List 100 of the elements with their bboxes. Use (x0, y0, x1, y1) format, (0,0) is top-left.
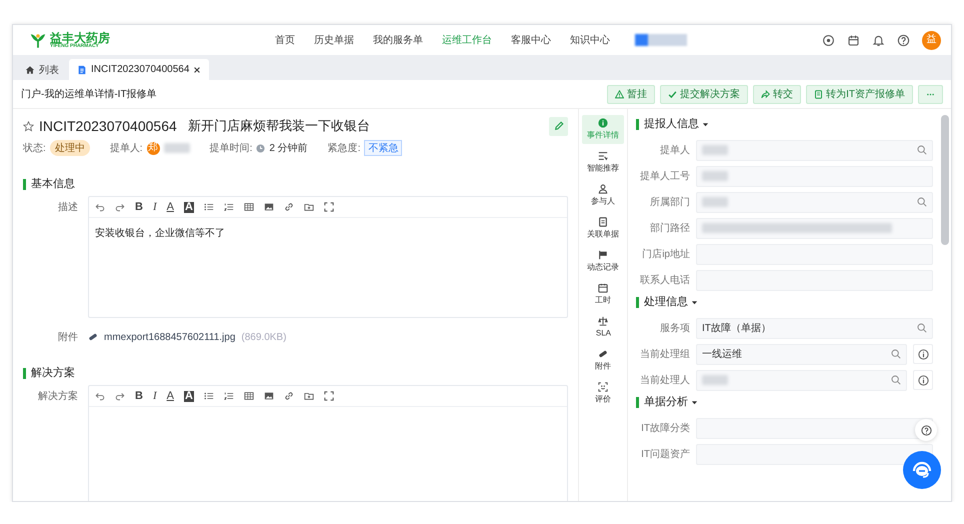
redo-icon[interactable] (115, 202, 125, 212)
numbered-list-icon[interactable] (224, 391, 234, 401)
nav-link[interactable]: 历史单据 (314, 33, 354, 47)
side-tab[interactable]: 关联单据 (582, 214, 624, 243)
field-label: 当前处理人 (639, 374, 690, 387)
side-tab[interactable]: SLA (582, 313, 624, 342)
field-label: 服务项 (659, 322, 690, 335)
image-icon[interactable] (264, 202, 274, 212)
logo-name: 益丰大药房 (50, 32, 110, 44)
person-icon (598, 184, 608, 194)
calendar-icon[interactable] (847, 34, 860, 46)
group-heading[interactable]: 提报人信息 (636, 119, 933, 130)
side-tab[interactable]: 评价 (582, 379, 624, 408)
input-field[interactable] (696, 140, 933, 160)
rich-text-editor[interactable]: B I A A (88, 385, 568, 501)
attachment-link[interactable]: mmexport1688457602111.jpg (104, 332, 236, 342)
document-icon (77, 64, 87, 74)
italic-glyph[interactable]: I (152, 390, 157, 402)
action-button[interactable]: 转交 (753, 84, 802, 104)
nav-link[interactable]: 客服中心 (511, 33, 551, 47)
input-field[interactable]: IT故障（单据） (696, 318, 933, 338)
pencil-icon (554, 121, 564, 131)
field-label: 门店ip地址 (641, 248, 690, 261)
input-field[interactable]: 一线运维 (696, 344, 907, 364)
undo-icon[interactable] (95, 391, 105, 401)
nav-link[interactable]: 运维工作台 (442, 33, 492, 47)
info-icon (918, 374, 928, 386)
bold-glyph[interactable]: B (135, 202, 143, 212)
rich-text-editor[interactable]: B I A A 安装收银台，企业微信等不了 (88, 196, 568, 318)
search-icon[interactable] (917, 145, 927, 155)
help-icon (920, 424, 932, 436)
input-field[interactable] (696, 370, 907, 390)
field-label: 提单人工号 (639, 170, 690, 183)
target-icon[interactable] (822, 34, 835, 46)
star-icon[interactable] (23, 120, 34, 132)
link-icon[interactable] (284, 202, 294, 212)
field-label: IT故障分类 (640, 422, 690, 435)
page-tab[interactable]: 列表 (17, 59, 67, 80)
input-field[interactable] (696, 444, 933, 464)
input-field[interactable] (696, 418, 933, 438)
highlight-glyph[interactable]: A (184, 202, 194, 212)
submit-time: 2 分钟前 (269, 142, 308, 155)
check-icon (668, 90, 678, 98)
table-icon[interactable] (244, 202, 254, 212)
submitter-avatar: 郑 (146, 142, 160, 154)
bullet-list-icon[interactable] (204, 202, 214, 212)
image-icon[interactable] (264, 391, 274, 401)
info-button[interactable] (913, 370, 933, 390)
submit-time-label: 提单时间: (210, 142, 252, 155)
bold-glyph[interactable]: B (135, 390, 143, 402)
bullet-list-icon[interactable] (204, 391, 214, 401)
notification-bell-icon[interactable] (872, 34, 885, 46)
redo-icon[interactable] (115, 391, 125, 401)
redacted-block (702, 171, 728, 181)
side-tab[interactable]: 工时 (582, 280, 624, 309)
nav-link[interactable]: 我的服务单 (373, 33, 423, 47)
home-icon (25, 64, 35, 74)
table-icon[interactable] (244, 391, 254, 401)
side-tab[interactable]: 附件 (582, 346, 624, 375)
font-color-glyph[interactable]: A (166, 390, 174, 402)
close-icon[interactable] (193, 66, 202, 74)
side-tab[interactable]: 动态记录 (582, 247, 624, 276)
document-icon (598, 217, 608, 227)
input-field[interactable] (696, 192, 933, 212)
search-icon[interactable] (917, 197, 927, 207)
edit-button[interactable] (549, 116, 568, 136)
urgency-tag: 不紧急 (364, 140, 402, 156)
side-tab[interactable]: 智能推荐 (582, 148, 624, 177)
italic-glyph[interactable]: I (152, 202, 157, 212)
folder-plus-icon[interactable] (304, 391, 314, 401)
fullscreen-icon[interactable] (324, 202, 334, 212)
help-icon[interactable] (897, 34, 910, 46)
link-icon[interactable] (284, 391, 294, 401)
side-tab[interactable]: 参与人 (582, 181, 624, 210)
input-field[interactable] (696, 218, 933, 238)
group-heading[interactable]: 单据分析 (636, 397, 933, 408)
action-button[interactable]: 提交解决方案 (660, 84, 748, 104)
nav-link[interactable]: 首页 (275, 33, 295, 47)
numbered-list-icon[interactable] (224, 202, 234, 212)
info-button[interactable] (913, 344, 933, 364)
font-color-glyph[interactable]: A (166, 202, 174, 212)
field-label: 附件 (57, 331, 78, 344)
action-button[interactable]: 转为IT资产报修单 (806, 84, 913, 104)
info-icon (598, 118, 608, 128)
action-button[interactable]: 暂挂 (607, 84, 656, 104)
face-scan-icon (598, 382, 608, 392)
search-icon[interactable] (891, 375, 901, 385)
page-tab[interactable]: INCIT2023070400564 (69, 59, 210, 80)
group-heading[interactable]: 处理信息 (636, 297, 933, 308)
undo-icon[interactable] (95, 202, 105, 212)
nav-link[interactable]: 知识中心 (570, 33, 610, 47)
field-label: 部门路径 (649, 222, 690, 235)
fullscreen-icon[interactable] (324, 391, 334, 401)
folder-plus-icon[interactable] (304, 202, 314, 212)
scrollbar-thumb[interactable] (941, 115, 949, 245)
redacted-block (702, 145, 728, 155)
highlight-glyph[interactable]: A (184, 390, 194, 402)
search-icon[interactable] (891, 349, 901, 359)
input-field[interactable] (696, 166, 933, 186)
search-icon[interactable] (917, 323, 927, 333)
